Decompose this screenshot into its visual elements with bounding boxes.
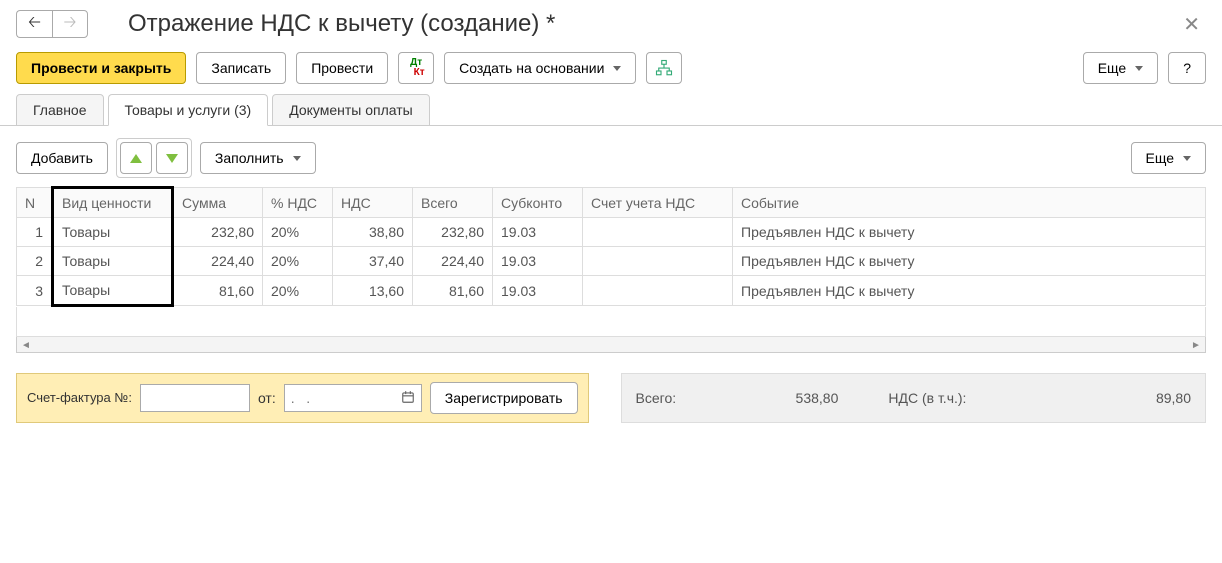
tab-main[interactable]: Главное	[16, 94, 104, 126]
invoice-date-input[interactable]	[285, 388, 395, 408]
nav-back-button[interactable]: 🡠	[16, 10, 52, 38]
cell-vat-account[interactable]	[583, 276, 733, 306]
invoice-number-label: Счет-фактура №:	[27, 390, 132, 406]
scroll-right-icon: ►	[1189, 339, 1203, 351]
cell-sum[interactable]: 232,80	[173, 218, 263, 247]
invoice-number-input[interactable]	[140, 384, 250, 412]
col-vat-account[interactable]: Счет учета НДС	[583, 188, 733, 218]
calendar-icon[interactable]	[395, 390, 421, 407]
post-button[interactable]: Провести	[296, 52, 388, 84]
cell-vat-pct[interactable]: 20%	[263, 247, 333, 276]
close-icon: ✕	[1183, 14, 1200, 36]
register-invoice-button[interactable]: Зарегистрировать	[430, 382, 578, 414]
arrow-up-icon	[130, 154, 142, 163]
nav-forward-button[interactable]: 🡢	[52, 10, 88, 38]
table-row[interactable]: 3Товары81,6020%13,6081,6019.03Предъявлен…	[17, 276, 1206, 306]
invoice-from-label: от:	[258, 390, 276, 406]
dt-kt-icon: ДтКт	[408, 58, 425, 78]
cell-total[interactable]: 224,40	[413, 247, 493, 276]
chevron-down-icon	[293, 156, 301, 161]
chevron-down-icon	[1135, 66, 1143, 71]
vat-value: 89,80	[1156, 390, 1191, 406]
cell-vat[interactable]: 13,60	[333, 276, 413, 306]
cell-vat[interactable]: 37,40	[333, 247, 413, 276]
fill-button[interactable]: Заполнить	[200, 142, 316, 174]
cell-vat[interactable]: 38,80	[333, 218, 413, 247]
more-button[interactable]: Еще	[1083, 52, 1159, 84]
cell-event[interactable]: Предъявлен НДС к вычету	[733, 247, 1206, 276]
cell-total[interactable]: 232,80	[413, 218, 493, 247]
tab-goods-services[interactable]: Товары и услуги (3)	[108, 94, 269, 126]
col-event[interactable]: Событие	[733, 188, 1206, 218]
table-header-row: N Вид ценности Сумма % НДС НДС Всего Суб…	[17, 188, 1206, 218]
post-and-close-button[interactable]: Провести и закрыть	[16, 52, 186, 84]
cell-sum[interactable]: 224,40	[173, 247, 263, 276]
invoice-panel: Счет-фактура №: от: Зарегистрировать	[16, 373, 589, 423]
move-down-button[interactable]	[156, 142, 188, 174]
page-title: Отражение НДС к вычету (создание) *	[128, 10, 1177, 38]
col-vat-pct[interactable]: % НДС	[263, 188, 333, 218]
add-row-button[interactable]: Добавить	[16, 142, 108, 174]
create-based-on-button[interactable]: Создать на основании	[444, 52, 636, 84]
cell-n[interactable]: 3	[17, 276, 53, 306]
cell-total[interactable]: 81,60	[413, 276, 493, 306]
horizontal-scrollbar[interactable]: ◄ ►	[16, 337, 1206, 353]
cell-kind[interactable]: Товары	[53, 276, 173, 306]
col-kind[interactable]: Вид ценности	[53, 188, 173, 218]
goods-table[interactable]: N Вид ценности Сумма % НДС НДС Всего Суб…	[16, 186, 1206, 307]
col-n[interactable]: N	[17, 188, 53, 218]
cell-vat-pct[interactable]: 20%	[263, 218, 333, 247]
table-row[interactable]: 1Товары232,8020%38,80232,8019.03Предъявл…	[17, 218, 1206, 247]
structure-icon	[655, 59, 673, 77]
cell-n[interactable]: 2	[17, 247, 53, 276]
chevron-down-icon	[1183, 156, 1191, 161]
tab-payment-documents[interactable]: Документы оплаты	[272, 94, 430, 126]
cell-n[interactable]: 1	[17, 218, 53, 247]
arrow-down-icon	[166, 154, 178, 163]
arrow-left-icon: 🡠	[28, 11, 41, 38]
total-value: 538,80	[796, 390, 839, 406]
col-subconto[interactable]: Субконто	[493, 188, 583, 218]
close-button[interactable]: ✕	[1177, 12, 1206, 37]
cell-kind[interactable]: Товары	[53, 218, 173, 247]
col-vat[interactable]: НДС	[333, 188, 413, 218]
totals-panel: Всего: 538,80 НДС (в т.ч.): 89,80	[621, 373, 1206, 423]
cell-subconto[interactable]: 19.03	[493, 218, 583, 247]
table-row[interactable]: 2Товары224,4020%37,40224,4019.03Предъявл…	[17, 247, 1206, 276]
cell-subconto[interactable]: 19.03	[493, 247, 583, 276]
cell-vat-pct[interactable]: 20%	[263, 276, 333, 306]
scroll-left-icon: ◄	[19, 339, 33, 351]
total-label: Всего:	[636, 390, 686, 406]
cell-vat-account[interactable]	[583, 218, 733, 247]
save-button[interactable]: Записать	[196, 52, 286, 84]
cell-event[interactable]: Предъявлен НДС к вычету	[733, 276, 1206, 306]
cell-subconto[interactable]: 19.03	[493, 276, 583, 306]
help-button[interactable]: ?	[1168, 52, 1206, 84]
col-sum[interactable]: Сумма	[173, 188, 263, 218]
arrow-right-icon: 🡢	[64, 11, 77, 38]
col-total[interactable]: Всего	[413, 188, 493, 218]
vat-label: НДС (в т.ч.):	[888, 390, 966, 407]
cell-kind[interactable]: Товары	[53, 247, 173, 276]
table-more-button[interactable]: Еще	[1131, 142, 1207, 174]
cell-event[interactable]: Предъявлен НДС к вычету	[733, 218, 1206, 247]
cell-vat-account[interactable]	[583, 247, 733, 276]
move-up-button[interactable]	[120, 142, 152, 174]
structure-button[interactable]	[646, 52, 682, 84]
dt-kt-button[interactable]: ДтКт	[398, 52, 434, 84]
cell-sum[interactable]: 81,60	[173, 276, 263, 306]
chevron-down-icon	[613, 66, 621, 71]
